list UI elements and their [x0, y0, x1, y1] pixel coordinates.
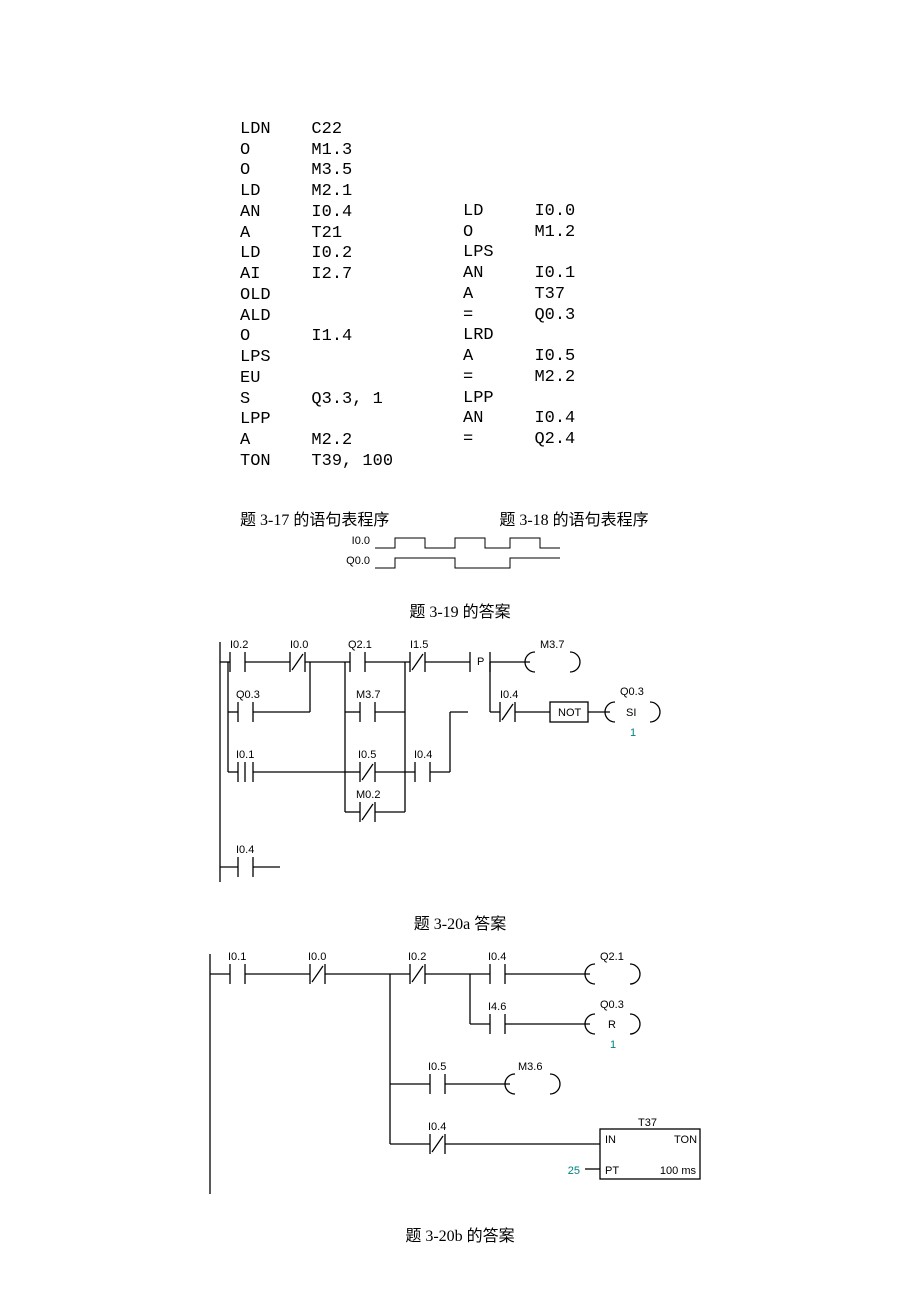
- label-q00: Q0.0: [346, 555, 370, 567]
- svg-text:IN: IN: [605, 1134, 616, 1146]
- svg-text:I0.4: I0.4: [488, 951, 506, 963]
- svg-text:100 ms: 100 ms: [660, 1165, 697, 1177]
- svg-text:I4.6: I4.6: [488, 1001, 506, 1013]
- svg-text:I0.5: I0.5: [358, 749, 376, 761]
- program-318: LD I0.0 O M1.2 LPS AN I0.1 A T37 = Q0.3 …: [463, 202, 575, 472]
- caption-317: 题 3-17 的语句表程序: [240, 506, 389, 530]
- svg-text:P: P: [477, 656, 484, 668]
- svg-text:M0.2: M0.2: [356, 789, 380, 801]
- fig-3-20a: I0.2 I0.0 Q2.1 I1.5 P M3.7 Q0.3 M3.7 I0.…: [190, 632, 730, 892]
- label-i00: I0.0: [352, 535, 370, 547]
- svg-text:I0.0: I0.0: [308, 951, 326, 963]
- caption-320a: 题 3-20a 答案: [90, 910, 830, 934]
- svg-text:I1.5: I1.5: [410, 639, 428, 651]
- svg-text:Q2.1: Q2.1: [600, 951, 624, 963]
- svg-text:Q0.3: Q0.3: [600, 999, 624, 1011]
- svg-text:I0.4: I0.4: [414, 749, 432, 761]
- page: LDN C22 O M1.3 O M3.5 LD M2.1 AN I0.4 A …: [0, 0, 920, 1296]
- svg-text:I0.2: I0.2: [230, 639, 248, 651]
- fig-3-20b: I0.1 I0.0 I0.2 I0.4 Q2.1 I4.6 Q0.3 R 1 I…: [180, 944, 740, 1204]
- svg-text:I0.0: I0.0: [290, 639, 308, 651]
- svg-text:M3.6: M3.6: [518, 1061, 542, 1073]
- program-317: LDN C22 O M1.3 O M3.5 LD M2.1 AN I0.4 A …: [240, 120, 393, 472]
- svg-text:I0.1: I0.1: [236, 749, 254, 761]
- code-columns: LDN C22 O M1.3 O M3.5 LD M2.1 AN I0.4 A …: [240, 120, 830, 472]
- svg-text:I0.1: I0.1: [228, 951, 246, 963]
- svg-text:I0.5: I0.5: [428, 1061, 446, 1073]
- svg-text:T37: T37: [638, 1117, 657, 1129]
- svg-text:I0.4: I0.4: [236, 844, 254, 856]
- svg-text:M3.7: M3.7: [540, 639, 564, 651]
- svg-text:TON: TON: [674, 1134, 697, 1146]
- caption-320b: 题 3-20b 的答案: [90, 1222, 830, 1246]
- caption-row: 题 3-17 的语句表程序 题 3-18 的语句表程序: [240, 506, 830, 530]
- caption-318: 题 3-18 的语句表程序: [499, 506, 648, 530]
- svg-text:1: 1: [610, 1039, 616, 1051]
- svg-text:NOT: NOT: [558, 707, 582, 719]
- svg-text:M3.7: M3.7: [356, 689, 380, 701]
- svg-text:I0.2: I0.2: [408, 951, 426, 963]
- svg-text:R: R: [608, 1019, 616, 1031]
- svg-text:I0.4: I0.4: [500, 689, 518, 701]
- svg-text:Q2.1: Q2.1: [348, 639, 372, 651]
- svg-text:SI: SI: [626, 707, 636, 719]
- fig-3-19: I0.0 Q0.0: [340, 530, 580, 580]
- svg-text:Q0.3: Q0.3: [620, 686, 644, 698]
- svg-text:25: 25: [568, 1165, 580, 1177]
- svg-text:1: 1: [630, 727, 636, 739]
- caption-319: 题 3-19 的答案: [90, 598, 830, 622]
- svg-text:PT: PT: [605, 1165, 619, 1177]
- svg-text:Q0.3: Q0.3: [236, 689, 260, 701]
- svg-text:I0.4: I0.4: [428, 1121, 446, 1133]
